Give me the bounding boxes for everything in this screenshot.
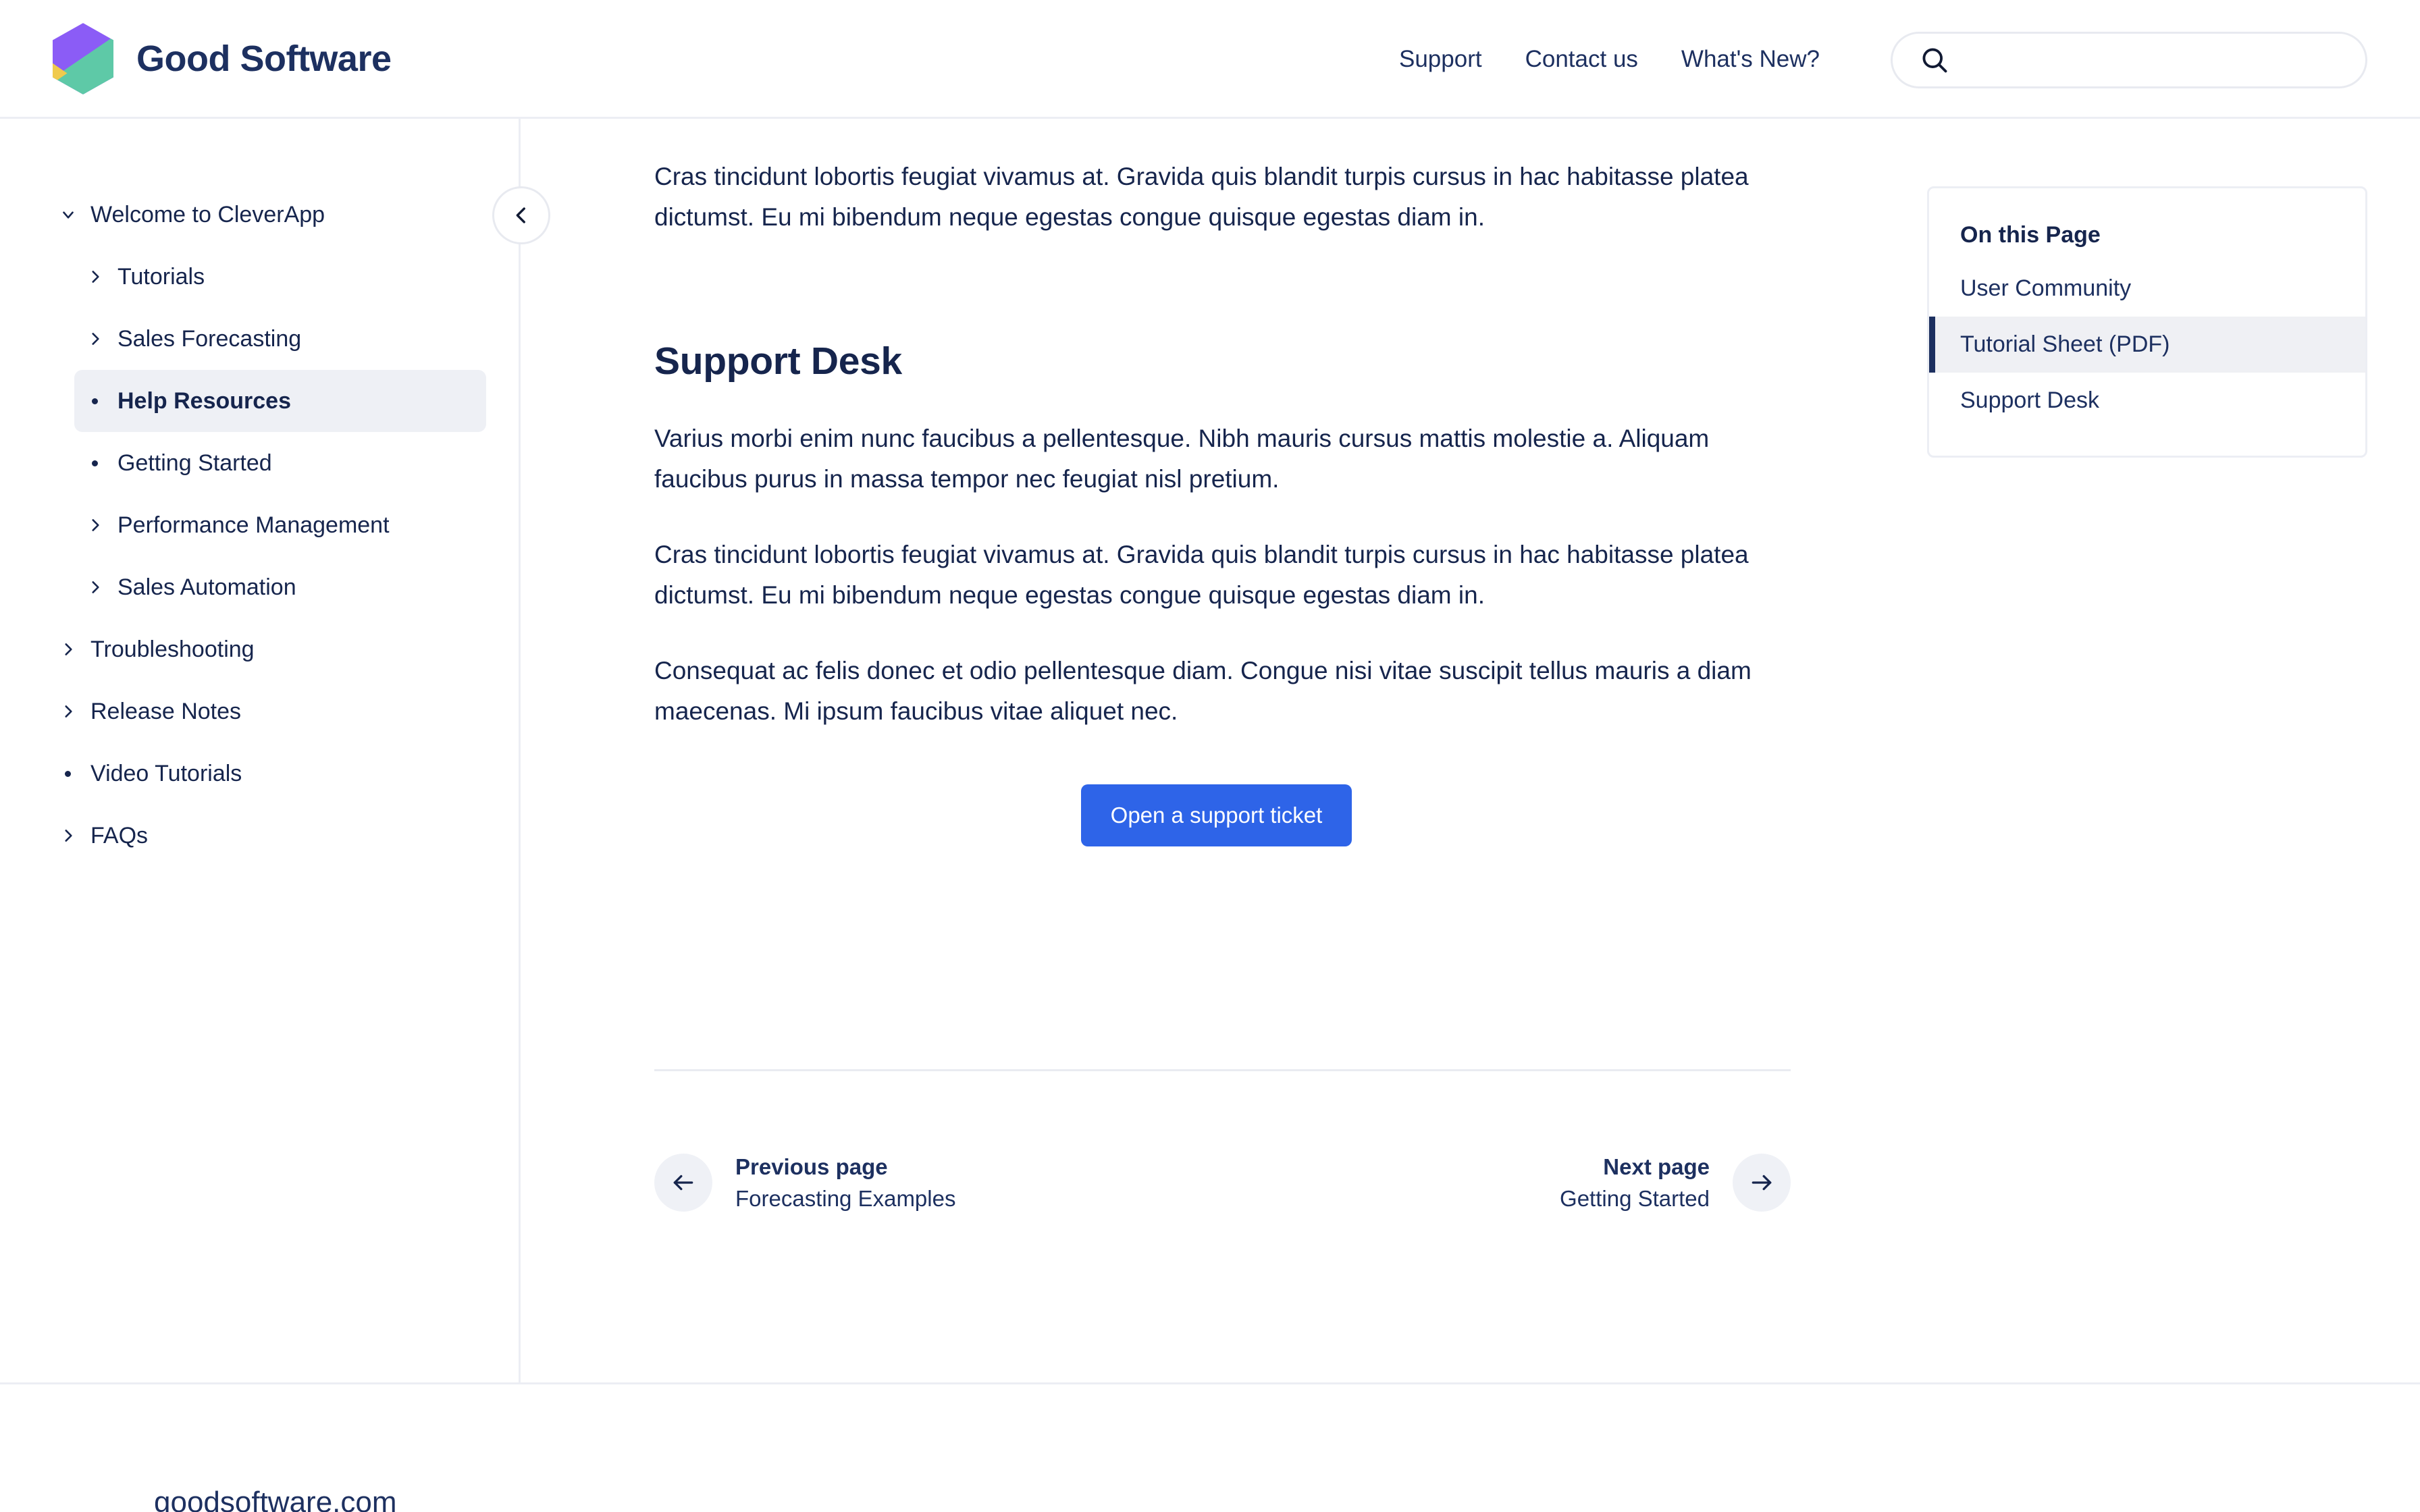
previous-page-title: Forecasting Examples [735,1186,956,1212]
sidebar-item-help-resources[interactable]: Help Resources [74,370,486,432]
chevron-down-icon [59,206,90,223]
footer-site-link[interactable]: goodsoftware.com [154,1486,397,1512]
nav-link-support[interactable]: Support [1377,46,1504,73]
chevron-right-icon [59,827,90,844]
bullet-dot-icon [86,460,117,466]
chevron-right-icon [59,641,90,658]
body-paragraph-1: Varius morbi enim nunc faucibus a pellen… [654,424,1710,493]
on-this-page-panel: On this Page User Community Tutorial She… [1927,186,2367,458]
sidebar-item-welcome-to-cleverapp[interactable]: Welcome to CleverApp [47,184,486,246]
sidebar-item-label: Welcome to CleverApp [90,201,325,227]
next-page-text: Next page Getting Started [1560,1151,1710,1216]
primary-nav: Support Contact us What's New? [1377,0,1841,119]
brand-logo[interactable]: Good Software [50,22,392,96]
chevron-left-icon [516,207,525,223]
next-page-title: Getting Started [1560,1186,1710,1212]
content-divider [654,1069,1791,1071]
previous-page-link[interactable]: Previous page Forecasting Examples [654,1151,955,1216]
sidebar-item-tutorials[interactable]: Tutorials [74,246,486,308]
nav-link-contact-us[interactable]: Contact us [1504,46,1660,73]
toc-item-user-community[interactable]: User Community [1929,261,2365,317]
chevron-right-icon [86,516,117,534]
main-content: Cras tincidunt lobortis feugiat vivamus … [521,119,1899,1382]
previous-page-text: Previous page Forecasting Examples [735,1151,955,1216]
sidebar-item-release-notes[interactable]: Release Notes [47,680,486,742]
chevron-right-icon [59,703,90,720]
toc-item-tutorial-sheet-pdf[interactable]: Tutorial Sheet (PDF) [1929,317,2365,373]
arrow-right-icon[interactable] [1733,1154,1791,1212]
sidebar-item-performance-management[interactable]: Performance Management [74,494,486,556]
sidebar-item-getting-started[interactable]: Getting Started [74,432,486,494]
page-pagination: Previous page Forecasting Examples Next … [654,1151,1791,1216]
nav-link-whats-new[interactable]: What's New? [1660,46,1841,73]
cta-container: Open a support ticket [654,784,1779,846]
sidebar-item-label: Video Tutorials [90,760,242,786]
hexagon-logo-icon [52,22,114,94]
sidebar-item-sales-forecasting[interactable]: Sales Forecasting [74,308,486,370]
previous-page-label: Previous page [735,1154,888,1179]
documentation-page: Good Software Support Contact us What's … [0,0,2420,1512]
brand-name: Good Software [136,38,392,79]
sidebar-item-label: Performance Management [117,512,390,538]
page-section-heading: Support Desk [654,339,902,383]
sidebar-navigation: Welcome to CleverApp Tutorials Sales For… [0,119,521,1382]
search-icon [1922,48,1947,73]
sidebar-collapse-button[interactable] [492,186,550,244]
next-page-link[interactable]: Next page Getting Started [1560,1151,1791,1216]
sidebar-item-label: Troubleshooting [90,636,255,662]
sidebar-item-faqs[interactable]: FAQs [47,805,486,867]
chevron-right-icon [86,578,117,596]
sidebar-item-sales-automation[interactable]: Sales Automation [74,556,486,618]
body-paragraph-3: Consequat ac felis donec et odio pellent… [654,656,1752,725]
toc-title: On this Page [1960,222,2101,248]
bullet-dot-icon [59,770,90,777]
search-box[interactable] [1891,32,2367,88]
sidebar-item-label: Getting Started [117,450,272,476]
site-header: Good Software Support Contact us What's … [0,0,2420,119]
sidebar-item-video-tutorials[interactable]: Video Tutorials [47,742,486,805]
body-paragraph-2: Cras tincidunt lobortis feugiat vivamus … [654,540,1749,609]
open-support-ticket-button[interactable]: Open a support ticket [1080,784,1352,846]
chevron-right-icon [86,268,117,286]
next-page-label: Next page [1603,1154,1710,1179]
sidebar-item-label: Tutorials [117,263,205,290]
arrow-left-icon[interactable] [654,1154,712,1212]
sidebar-item-label: Release Notes [90,698,242,724]
sidebar-item-label: FAQs [90,822,149,848]
chevron-right-icon [86,330,117,348]
sidebar-item-label: Sales Automation [117,574,296,600]
bullet-dot-icon [86,398,117,404]
intro-paragraph: Cras tincidunt lobortis feugiat vivamus … [654,163,1749,231]
sidebar-item-label: Sales Forecasting [117,325,302,352]
toc-item-support-desk[interactable]: Support Desk [1929,373,2365,429]
site-footer: goodsoftware.com [0,1382,2420,1512]
sidebar-item-label: Help Resources [117,387,291,414]
sidebar-item-troubleshooting[interactable]: Troubleshooting [47,618,486,680]
search-input[interactable] [1964,40,2329,80]
